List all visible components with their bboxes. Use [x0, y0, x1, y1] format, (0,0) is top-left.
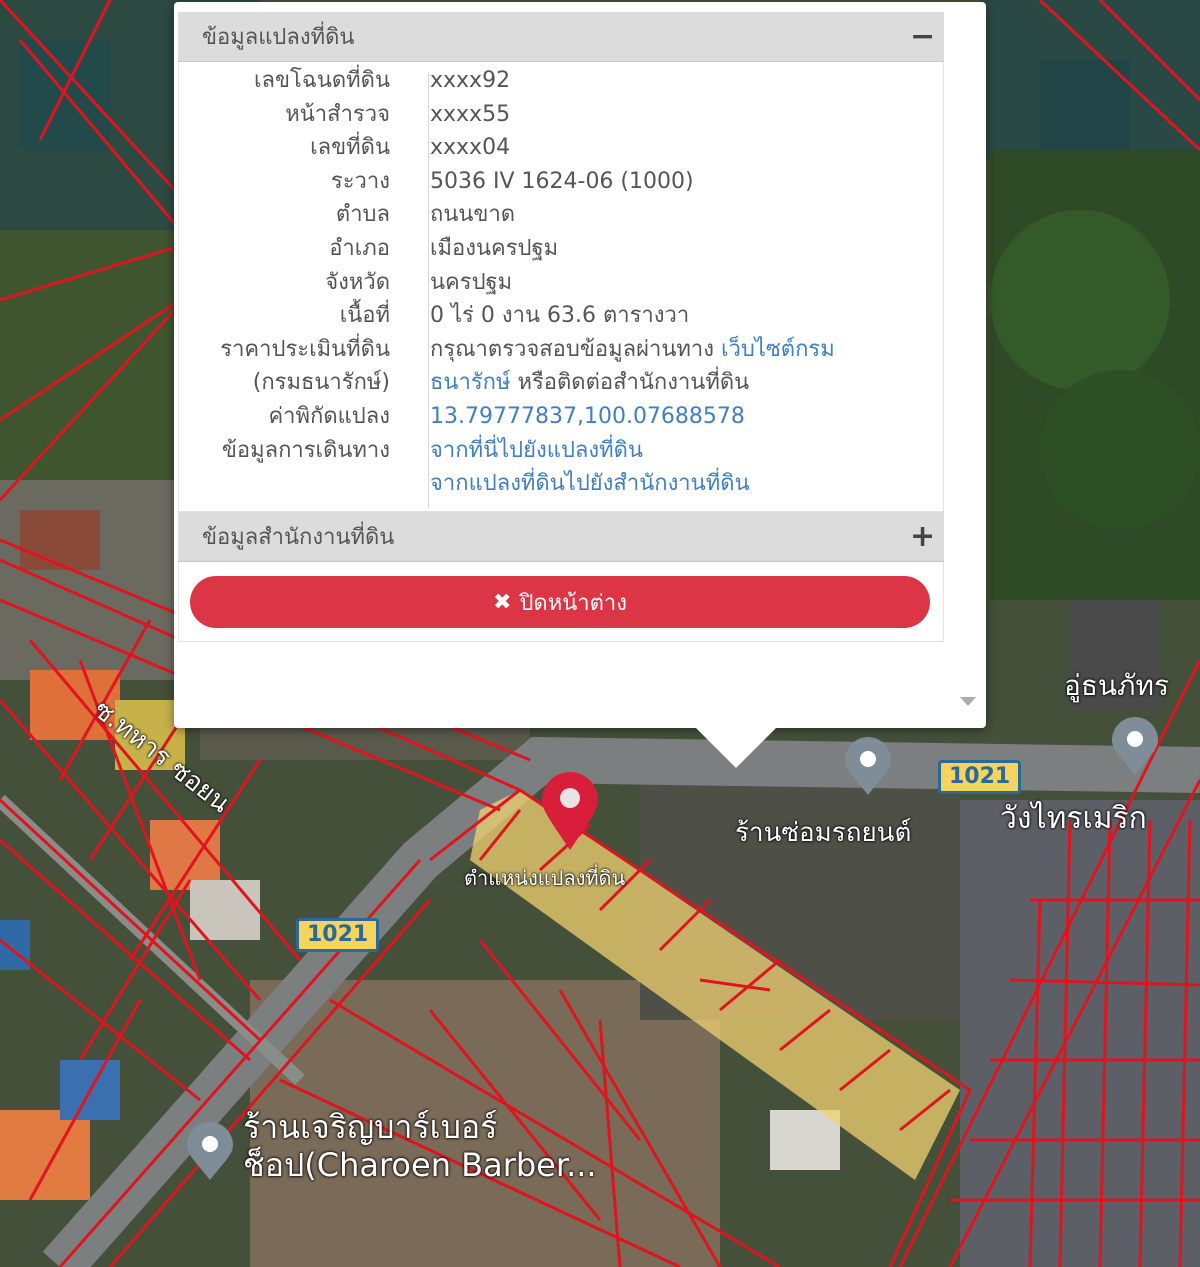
row-label: อำเภอ — [329, 235, 390, 261]
table-row: เลขที่ดิน xxxx04 — [178, 131, 944, 165]
price-value-line1: กรุณาตรวจสอบข้อมูลผ่านทาง เว็บไซต์กรม — [410, 333, 835, 367]
poi-label-barber-line1: ร้านเจริญบาร์เบอร์ — [243, 1108, 498, 1146]
parcel-marker-label: ตำแหน่งแปลงที่ดิน — [464, 866, 626, 890]
treasury-website-link-cont[interactable]: ธนารักษ์ — [430, 370, 510, 395]
table-row: อำเภอ เมืองนครปฐม — [178, 232, 944, 266]
row-value: เมืองนครปฐม — [430, 235, 559, 261]
land-office-title: ข้อมูลสำนักงานที่ดิน — [202, 525, 395, 550]
table-row: (กรมธนารักษ์) ธนารักษ์ หรือติดต่อสำนักงา… — [178, 366, 944, 400]
treasury-website-link[interactable]: เว็บไซต์กรม — [721, 337, 835, 362]
row-label: จังหวัด — [325, 269, 390, 295]
place-label: วังไทรเมริก — [1000, 801, 1147, 836]
scroll-down-arrow-icon[interactable] — [960, 697, 976, 706]
coordinate-link[interactable]: 13.79777837,100.07688578 — [430, 404, 745, 429]
table-row: จังหวัด นครปฐม — [178, 266, 944, 300]
price-label-line2: (กรมธนารักษ์) — [252, 370, 390, 396]
price-label-line1: ราคาประเมินที่ดิน — [220, 336, 390, 362]
table-row: จากแปลงที่ดินไปยังสำนักงานที่ดิน — [178, 467, 944, 501]
poi-label-repair-shop[interactable]: ร้านซ่อมรถยนต์ — [735, 812, 911, 853]
popup-pointer — [696, 728, 776, 768]
collapse-icon[interactable]: − — [910, 19, 935, 54]
directions-to-parcel-link[interactable]: จากที่นี่ไปยังแปลงที่ดิน — [430, 438, 643, 463]
table-row: ระวาง 5036 IV 1624-06 (1000) — [178, 165, 944, 199]
table-row: ค่าพิกัดแปลง 13.79777837,100.07688578 — [178, 400, 944, 434]
parcel-info-table: เลขโฉนดที่ดิน xxxx92 หน้าสำรวจ xxxx55 เล… — [178, 64, 944, 512]
table-row: เนื้อที่ 0 ไร่ 0 งาน 63.6 ตารางวา — [178, 299, 944, 333]
nav-label: ข้อมูลการเดินทาง — [221, 437, 390, 463]
table-row: หน้าสำรวจ xxxx55 — [178, 98, 944, 132]
parcel-info-title: ข้อมูลแปลงที่ดิน — [202, 25, 355, 50]
price-text: กรุณาตรวจสอบข้อมูลผ่านทาง — [430, 336, 721, 362]
table-row: ตำบล ถนนขาด — [178, 198, 944, 232]
parcel-info-panel-header[interactable]: ข้อมูลแปลงที่ดิน − — [178, 12, 944, 62]
row-value: xxxx92 — [430, 68, 511, 93]
row-label: เลขที่ดิน — [310, 135, 390, 161]
row-label: ระวาง — [330, 168, 390, 194]
poi-label-barber-line2: ช็อป(Charoen Barber... — [243, 1146, 597, 1184]
table-row: ข้อมูลการเดินทาง จากที่นี่ไปยังแปลงที่ดิ… — [178, 434, 944, 468]
land-office-panel-header[interactable]: ข้อมูลสำนักงานที่ดิน + — [178, 512, 944, 562]
poi-label-barber[interactable]: ร้านเจริญบาร์เบอร์ ช็อป(Charoen Barber..… — [243, 1108, 597, 1184]
row-label: เนื้อที่ — [339, 303, 390, 329]
expand-icon[interactable]: + — [910, 519, 935, 554]
close-window-button[interactable]: ✖ ปิดหน้าต่าง — [190, 576, 930, 628]
poi-label-garage[interactable]: อู่ธนภัทร — [1064, 664, 1169, 708]
row-value: ถนนขาด — [430, 202, 516, 228]
row-value: xxxx04 — [430, 135, 511, 161]
price-value-line2: ธนารักษ์ หรือติดต่อสำนักงานที่ดิน — [410, 366, 749, 400]
table-row: ราคาประเมินที่ดิน กรุณาตรวจสอบข้อมูลผ่าน… — [178, 333, 944, 367]
price-text-2: หรือติดต่อสำนักงานที่ดิน — [510, 370, 750, 396]
table-row: เลขโฉนดที่ดิน xxxx92 — [178, 64, 944, 98]
row-value: xxxx55 — [430, 101, 511, 127]
road-badge: 1021 — [938, 760, 1022, 794]
row-label: หน้าสำรวจ — [285, 101, 390, 127]
close-icon: ✖ — [493, 589, 512, 615]
close-button-label: ปิดหน้าต่าง — [519, 590, 627, 616]
parcel-info-popup: ข้อมูลแปลงที่ดิน − เลขโฉนดที่ดิน xxxx92 … — [174, 2, 986, 768]
coord-label: ค่าพิกัดแปลง — [268, 403, 390, 429]
row-value: นครปฐม — [430, 269, 513, 295]
row-value: 0 ไร่ 0 งาน 63.6 ตารางวา — [430, 303, 690, 329]
row-label: เลขโฉนดที่ดิน — [254, 68, 390, 93]
row-value: 5036 IV 1624-06 (1000) — [430, 168, 694, 194]
road-badge: 1021 — [296, 918, 380, 952]
directions-to-land-office-link[interactable]: จากแปลงที่ดินไปยังสำนักงานที่ดิน — [430, 471, 750, 496]
row-label: ตำบล — [335, 202, 390, 228]
